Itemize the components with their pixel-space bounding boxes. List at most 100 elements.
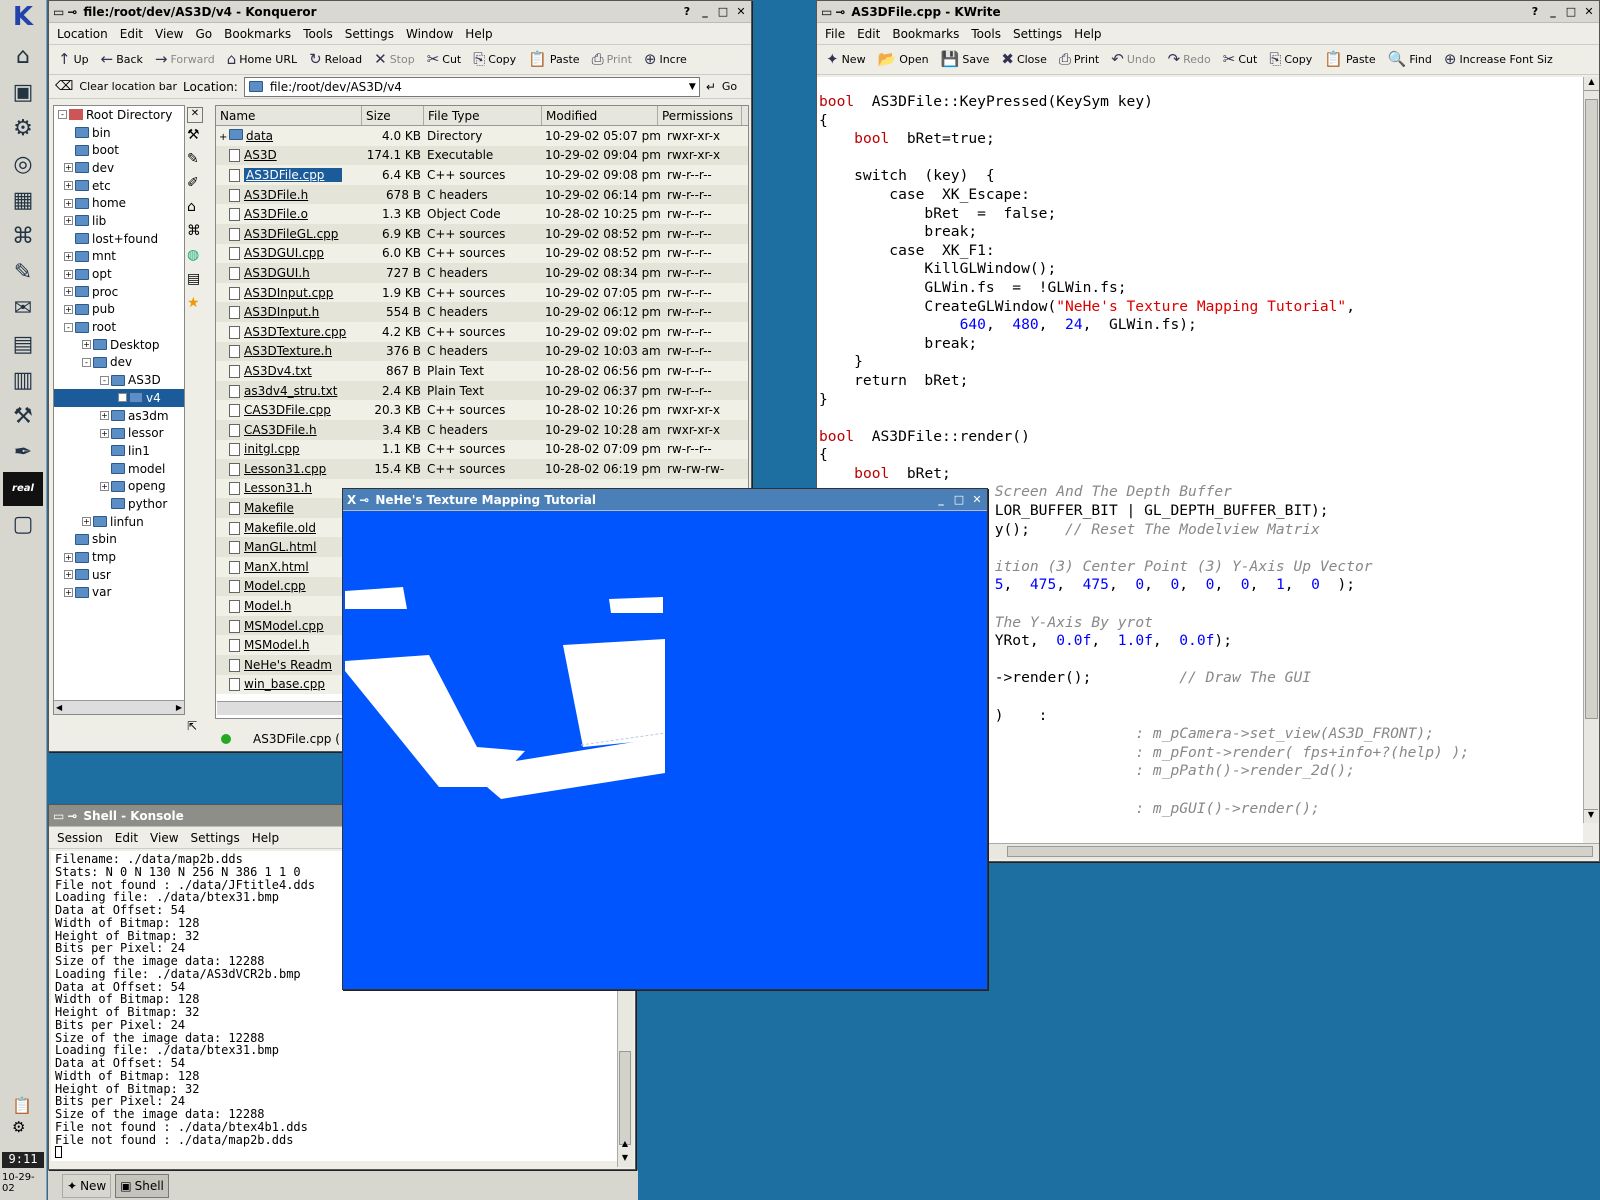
close-button[interactable]: ✖ Close <box>998 50 1050 69</box>
tree-expander[interactable]: + <box>64 181 73 191</box>
pin-icon[interactable]: ⊸ <box>67 5 77 19</box>
file-row[interactable]: Lesson31.cpp 15.4 KB C++ sources 10-28-02 0… <box>216 459 748 479</box>
file-name[interactable]: CAS3DFile.h <box>244 423 317 437</box>
file-row[interactable]: AS3Dv4.txt 867 B Plain Text 10-28-02 06:56 … <box>216 361 748 381</box>
print-button[interactable]: ⎙ Print <box>589 50 635 69</box>
tree-item-v4[interactable]: + v4 <box>54 389 184 407</box>
kwrite-menu-tools[interactable]: Tools <box>971 27 1001 41</box>
paste-button[interactable]: 📋 Paste <box>525 50 582 69</box>
maximize-icon[interactable]: □ <box>953 493 965 506</box>
tree-item-proc[interactable]: + proc <box>54 283 184 301</box>
konqueror-menu-edit[interactable]: Edit <box>120 27 143 41</box>
find-button[interactable]: 🔍 Find <box>1385 50 1435 69</box>
tree-expander[interactable]: + <box>64 587 73 597</box>
maximize-icon[interactable]: □ <box>1565 5 1577 18</box>
window-icon[interactable]: ▢ <box>3 508 43 542</box>
tree-hscrollbar[interactable]: ◀ ▶ <box>54 700 184 714</box>
scroll-right-icon[interactable]: ▶ <box>176 703 182 712</box>
scroll-thumb[interactable] <box>619 1051 631 1145</box>
minimize-icon[interactable]: _ <box>1547 5 1559 18</box>
home-url-button[interactable]: ⌂ Home URL <box>224 50 300 69</box>
cut-button[interactable]: ✂ Cut <box>1220 50 1261 69</box>
file-row[interactable]: CAS3DFile.cpp 20.3 KB C++ sources 10-28-02 … <box>216 400 748 420</box>
file-name[interactable]: MSModel.h <box>244 638 309 652</box>
file-row[interactable]: AS3DGUI.cpp 6.0 KB C++ sources 10-29-02 08:… <box>216 243 748 264</box>
konqueror-menu-bookmarks[interactable]: Bookmarks <box>224 27 291 41</box>
konsole-menu-settings[interactable]: Settings <box>191 831 240 845</box>
kde-logo-icon[interactable]: K <box>3 2 43 38</box>
file-row[interactable]: AS3DFile.cpp 6.4 KB C++ sources 10-29-02 09… <box>216 165 748 185</box>
scroll-up-icon[interactable]: ▲ <box>618 1139 632 1153</box>
scroll-up-icon[interactable]: ▲ <box>1584 77 1599 91</box>
window-menu-icon[interactable]: ▭ <box>53 809 64 823</box>
pen-icon[interactable]: ✒ <box>3 436 43 470</box>
file-name[interactable]: AS3DTexture.h <box>244 344 332 358</box>
tree-item-as3dm[interactable]: + as3dm <box>54 407 184 425</box>
file-name[interactable]: Makefile.old <box>244 521 316 535</box>
tree-item-tmp[interactable]: + tmp <box>54 548 184 566</box>
konqueror-menu-help[interactable]: Help <box>465 27 492 41</box>
cut-button[interactable]: ✂ Cut <box>424 50 465 69</box>
close-icon[interactable]: ✕ <box>1583 5 1595 18</box>
minimize-icon[interactable]: _ <box>935 493 947 506</box>
print-button[interactable]: ⎙ Print <box>1056 50 1102 69</box>
network-icon[interactable]: ⌘ <box>3 220 43 254</box>
clipboard-icon[interactable]: 📋 <box>12 1096 32 1115</box>
konsole-menu-edit[interactable]: Edit <box>115 831 138 845</box>
home-icon[interactable]: ⌂ <box>187 199 209 223</box>
file-row[interactable]: initgl.cpp 1.1 KB C++ sources 10-28-02 07:0… <box>216 439 748 460</box>
tree-expander[interactable]: + <box>118 393 127 403</box>
file-name[interactable]: Lesson31.h <box>244 481 312 495</box>
file-name[interactable]: CAS3DFile.cpp <box>244 403 331 417</box>
window-menu-icon[interactable]: ▭ <box>821 5 832 19</box>
file-name[interactable]: AS3DFile.o <box>244 207 308 221</box>
stop-button[interactable]: ✕ Stop <box>371 50 418 69</box>
window-menu-icon[interactable]: ▭ <box>53 5 64 19</box>
tree-item-root[interactable]: - root <box>54 318 184 336</box>
kwrite-menu-settings[interactable]: Settings <box>1013 27 1062 41</box>
tree-item-pythor[interactable]: pythor <box>54 495 184 513</box>
help-icon[interactable]: ? <box>681 5 693 18</box>
konsole-menu-session[interactable]: Session <box>57 831 103 845</box>
scroll-left-icon[interactable]: ◀ <box>56 703 62 712</box>
kwrite-titlebar[interactable]: ▭ ⊸ AS3DFile.cpp - KWrite ? _ □ ✕ <box>817 1 1599 23</box>
redo-button[interactable]: ↷ Redo <box>1165 50 1214 69</box>
file-name[interactable]: AS3DInput.h <box>244 305 319 319</box>
tree-expander[interactable]: + <box>64 570 73 580</box>
file-row[interactable]: CAS3DFile.h 3.4 KB C headers 10-29-02 10:28… <box>216 419 748 440</box>
file-row[interactable]: AS3DFile.o 1.3 KB Object Code 10-28-02 10:2… <box>216 204 748 224</box>
scroll-down-icon[interactable]: ▼ <box>618 1153 632 1167</box>
file-name[interactable]: AS3Dv4.txt <box>244 364 312 378</box>
bookmark-icon[interactable]: ✐ <box>187 175 209 199</box>
minimize-icon[interactable]: _ <box>699 5 711 18</box>
close-panel-icon[interactable]: ✕ <box>187 107 203 123</box>
file-name[interactable]: Lesson31.cpp <box>244 462 326 476</box>
tree-item-opt[interactable]: + opt <box>54 265 184 283</box>
chart-icon[interactable]: ▥ <box>3 364 43 398</box>
clear-location-icon[interactable]: ⌫ <box>55 79 73 94</box>
taskbar-new-button[interactable]: ✦ New <box>62 1173 112 1198</box>
ruler-icon[interactable]: ✎ <box>187 151 209 175</box>
column-header-name[interactable]: Name <box>216 106 362 125</box>
close-icon[interactable]: ✕ <box>735 5 747 18</box>
network-icon[interactable]: ⌘ <box>187 223 209 247</box>
tree-item-lost-found[interactable]: lost+found <box>54 230 184 248</box>
konsole-menu-view[interactable]: View <box>150 831 178 845</box>
tree-expander[interactable]: + <box>64 216 73 226</box>
file-row[interactable]: AS3DInput.h 554 BC headers 10-29-02 06:12 … <box>216 302 748 322</box>
row-expander[interactable]: + <box>219 132 229 143</box>
scroll-thumb[interactable] <box>1585 99 1598 719</box>
pin-icon[interactable]: ⊸ <box>359 493 369 507</box>
hscroll-thumb[interactable] <box>1007 846 1593 857</box>
root-folder-icon[interactable]: ▤ <box>187 271 209 295</box>
open-button[interactable]: 📂 Open <box>875 50 932 69</box>
column-header-file-type[interactable]: File Type <box>424 106 542 125</box>
reload-button[interactable]: ↻ Reload <box>306 50 365 69</box>
column-header-size[interactable]: Size <box>362 106 424 125</box>
tree-expander[interactable]: + <box>64 269 73 279</box>
link-icon[interactable]: ⇱ <box>187 719 197 733</box>
file-row[interactable]: AS3D 174.1 KB Executable 10-29-02 09:04 pm r… <box>216 145 748 166</box>
tree-item-etc[interactable]: + etc <box>54 177 184 195</box>
tree-item-lessor[interactable]: + lessor <box>54 424 184 442</box>
konqueror-menu-tools[interactable]: Tools <box>303 27 333 41</box>
